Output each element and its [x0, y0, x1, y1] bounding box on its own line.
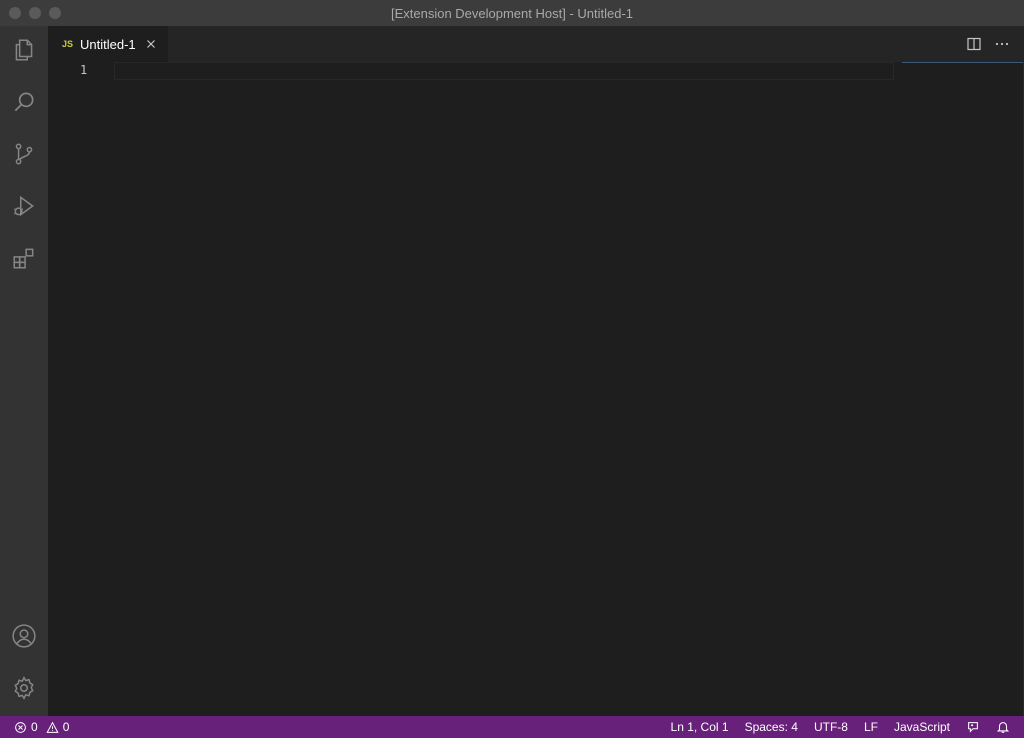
minimap-shadow	[902, 62, 1024, 63]
error-icon	[15, 721, 26, 733]
tab-untitled-1[interactable]: JS Untitled-1	[48, 26, 168, 62]
problems-status[interactable]: 0 0	[14, 716, 69, 738]
source-control-icon[interactable]	[0, 130, 48, 178]
javascript-file-icon: JS	[62, 39, 74, 49]
files-icon[interactable]	[0, 26, 48, 74]
minimize-window-button[interactable]	[29, 7, 41, 19]
error-count: 0	[31, 720, 38, 734]
feedback-icon[interactable]	[966, 720, 980, 734]
maximize-window-button[interactable]	[49, 7, 61, 19]
cursor-position[interactable]: Ln 1, Col 1	[671, 720, 729, 734]
encoding[interactable]: UTF-8	[814, 720, 848, 734]
activity-bar	[0, 26, 48, 716]
close-window-button[interactable]	[9, 7, 21, 19]
bell-icon[interactable]	[996, 720, 1010, 734]
indentation[interactable]: Spaces: 4	[745, 720, 798, 734]
editor-area: JS Untitled-1 1	[48, 26, 1024, 716]
run-debug-icon[interactable]	[0, 182, 48, 230]
close-icon[interactable]	[144, 37, 158, 51]
tab-label: Untitled-1	[80, 36, 136, 52]
title-bar: [Extension Development Host] - Untitled-…	[0, 0, 1024, 26]
end-of-line[interactable]: LF	[864, 720, 878, 734]
window-title: [Extension Development Host] - Untitled-…	[390, 5, 634, 21]
gear-icon[interactable]	[0, 664, 48, 712]
split-editor-icon[interactable]	[966, 36, 982, 52]
warning-icon	[46, 721, 59, 733]
account-icon[interactable]	[0, 612, 48, 660]
extensions-icon[interactable]	[0, 234, 48, 282]
editor-text-area[interactable]	[114, 62, 894, 80]
line-number: 1	[80, 63, 88, 77]
more-actions-icon[interactable]	[994, 36, 1010, 52]
tab-bar: JS Untitled-1	[48, 26, 1024, 62]
editor-actions	[966, 36, 1010, 52]
status-bar: 0 0 Ln 1, Col 1 Spaces: 4 UTF-8 LF JavaS…	[0, 716, 1024, 738]
window-controls[interactable]	[9, 7, 61, 19]
language-mode[interactable]: JavaScript	[894, 720, 950, 734]
status-right: Ln 1, Col 1 Spaces: 4 UTF-8 LF JavaScrip…	[671, 716, 1010, 738]
warning-count: 0	[62, 720, 70, 734]
search-icon[interactable]	[0, 78, 48, 126]
